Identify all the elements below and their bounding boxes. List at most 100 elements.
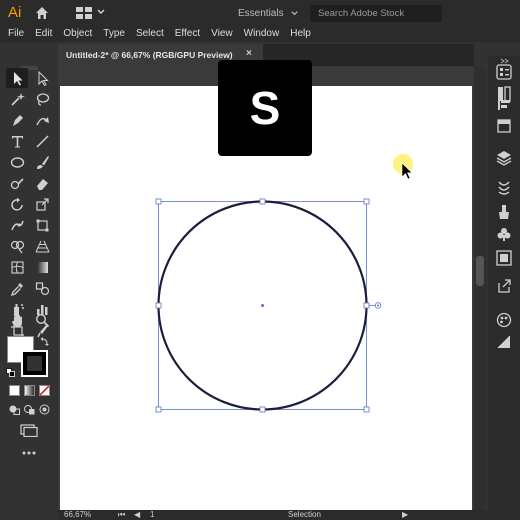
- keystroke-overlay: S: [218, 60, 312, 156]
- draw-behind-icon[interactable]: [24, 404, 35, 415]
- stroke-swatch[interactable]: [21, 350, 48, 377]
- puppet-warp-tool[interactable]: [6, 215, 28, 235]
- handle-bottom-center[interactable]: [259, 406, 266, 413]
- status-next-icon[interactable]: ▶: [402, 510, 408, 520]
- chevron-down-icon[interactable]: [96, 7, 106, 17]
- layers-icon[interactable]: [496, 150, 512, 166]
- menu-window[interactable]: Window: [240, 26, 284, 42]
- mesh-icon: [10, 260, 24, 274]
- screen-mode-icon[interactable]: [20, 424, 38, 437]
- circle-artwork[interactable]: [140, 190, 390, 420]
- menu-view[interactable]: View: [207, 26, 237, 42]
- zoom-tool[interactable]: [31, 310, 53, 330]
- menu-effect[interactable]: Effect: [171, 26, 204, 42]
- ellipse-icon: [10, 156, 24, 168]
- lasso-tool[interactable]: [31, 89, 53, 109]
- draw-normal-icon[interactable]: [9, 404, 20, 415]
- search-input[interactable]: [314, 8, 450, 19]
- stroke-swatch-inner: [27, 356, 42, 371]
- graphic-styles-icon[interactable]: [496, 250, 512, 266]
- handle-middle-right[interactable]: [363, 302, 370, 309]
- rotate-tool[interactable]: [6, 194, 28, 214]
- eraser-tool[interactable]: [31, 173, 53, 193]
- page-number[interactable]: 1: [150, 510, 154, 520]
- draw-inside-icon[interactable]: [39, 404, 50, 415]
- handle-top-center[interactable]: [259, 198, 266, 205]
- symbols-icon[interactable]: [496, 226, 512, 242]
- selection-tool[interactable]: [6, 68, 28, 88]
- menu-bar: File Edit Object Type Select Effect View…: [0, 26, 520, 42]
- export-icon[interactable]: [496, 278, 512, 294]
- menu-type[interactable]: Type: [99, 26, 129, 42]
- menu-object[interactable]: Object: [59, 26, 96, 42]
- paintbrush-tool[interactable]: [31, 152, 53, 172]
- first-page-icon[interactable]: ⏮: [118, 510, 125, 520]
- transform-icon[interactable]: [496, 118, 512, 134]
- document-tab-title: Untitled-2* @ 66,67% (RGB/GPU Preview): [66, 50, 233, 60]
- chevron-down-icon: [290, 10, 298, 15]
- arrange-documents-icon[interactable]: [76, 7, 92, 19]
- free-transform-icon: [36, 219, 48, 231]
- ellipse-tool[interactable]: [6, 152, 28, 172]
- hand-tool[interactable]: [6, 310, 28, 330]
- color-icon[interactable]: [496, 312, 512, 328]
- perspective-grid-tool[interactable]: [31, 236, 53, 256]
- blend-icon: [35, 281, 49, 295]
- gradient-tool[interactable]: [31, 257, 53, 277]
- gradient-fill-icon[interactable]: [24, 385, 35, 396]
- home-icon[interactable]: [34, 5, 50, 21]
- zoom-level[interactable]: 66,67%: [64, 510, 91, 520]
- paintbrush-panel-icon[interactable]: [496, 204, 512, 220]
- pen-icon: [12, 114, 23, 126]
- appearance-icon[interactable]: [496, 334, 512, 350]
- align-panel-icon[interactable]: [496, 96, 512, 112]
- menu-edit[interactable]: Edit: [31, 26, 56, 42]
- app-logo: Ai: [8, 4, 22, 21]
- eyedropper-icon: [10, 282, 23, 296]
- handle-top-right[interactable]: [363, 198, 370, 205]
- shaper-icon: [10, 177, 24, 189]
- menu-help[interactable]: Help: [286, 26, 315, 42]
- rotate-icon: [10, 197, 23, 211]
- color-fill-icon[interactable]: [9, 385, 20, 396]
- none-fill-icon[interactable]: [39, 385, 50, 396]
- workspace-switcher[interactable]: Essentials: [232, 4, 300, 22]
- brushes-icon[interactable]: [496, 180, 512, 196]
- handle-bottom-left[interactable]: [155, 406, 162, 413]
- scale-icon: [35, 197, 49, 211]
- type-tool[interactable]: [6, 131, 28, 151]
- shaper-tool[interactable]: [6, 173, 28, 193]
- properties-icon[interactable]: [496, 64, 512, 80]
- status-tool: Selection: [288, 510, 321, 519]
- handle-bottom-right[interactable]: [363, 406, 370, 413]
- shape-builder-tool[interactable]: [6, 236, 28, 256]
- magic-wand-tool[interactable]: [6, 89, 28, 109]
- curvature-tool[interactable]: [31, 110, 53, 130]
- eyedropper-tool[interactable]: [6, 278, 28, 298]
- stock-search[interactable]: [310, 5, 450, 22]
- menu-file[interactable]: File: [4, 26, 28, 42]
- more-tools-icon[interactable]: [22, 450, 36, 456]
- default-fill-stroke-icon[interactable]: [6, 368, 15, 377]
- mesh-tool[interactable]: [6, 257, 28, 277]
- direct-selection-tool[interactable]: [31, 68, 53, 88]
- vertical-scrollbar[interactable]: [474, 66, 486, 510]
- free-transform-tool[interactable]: [31, 215, 53, 235]
- scrollbar-thumb[interactable]: [476, 256, 484, 286]
- previous-page-icon[interactable]: ◀: [134, 510, 140, 520]
- paintbrush-icon: [36, 155, 49, 169]
- blend-tool[interactable]: [31, 278, 53, 298]
- scale-tool[interactable]: [31, 194, 53, 214]
- menu-select[interactable]: Select: [132, 26, 168, 42]
- puppet-warp-icon: [10, 220, 24, 230]
- pie-widget-dot: [377, 304, 379, 307]
- line-tool[interactable]: [31, 131, 53, 151]
- mouse-cursor-icon: [401, 162, 413, 180]
- lasso-icon: [36, 92, 49, 106]
- handle-top-left[interactable]: [155, 198, 162, 205]
- center-point: [261, 304, 264, 307]
- handle-middle-left[interactable]: [155, 302, 162, 309]
- swap-fill-stroke-icon[interactable]: [40, 336, 50, 346]
- pen-tool[interactable]: [6, 110, 28, 130]
- close-tab-icon[interactable]: ×: [246, 48, 252, 59]
